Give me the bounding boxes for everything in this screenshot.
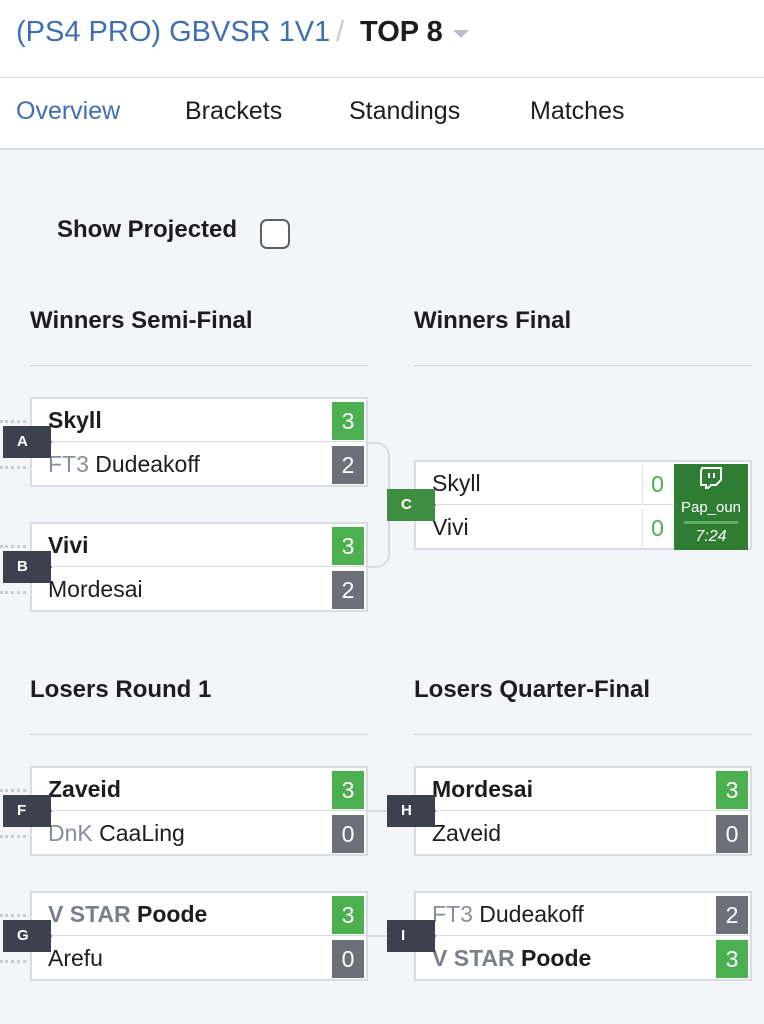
tab-overview[interactable]: Overview xyxy=(16,97,120,126)
breadcrumb-phase[interactable]: TOP 8 xyxy=(360,16,443,49)
match-slot: Mordesai 2 xyxy=(32,568,366,611)
player-score: 3 xyxy=(332,402,364,440)
bracket-stub xyxy=(0,420,26,423)
twitch-icon xyxy=(700,467,722,489)
stream-badge[interactable]: Pap_oun 7:24 xyxy=(674,464,748,550)
match-slot: Mordesai 3 xyxy=(416,768,750,811)
player-name: V STAR Poode xyxy=(432,945,592,971)
bracket-stub xyxy=(0,789,26,792)
match-card-a[interactable]: Skyll 3 FT3 Dudeakoff 2 xyxy=(30,397,368,487)
player-name: Arefu xyxy=(48,945,103,971)
player-score: 0 xyxy=(332,815,364,853)
match-slot: Arefu 0 xyxy=(32,937,366,980)
match-slot: FT3 Dudeakoff 2 xyxy=(32,443,366,486)
tab-standings[interactable]: Standings xyxy=(349,97,460,126)
player-score: 0 xyxy=(716,815,748,853)
player-name: Mordesai xyxy=(48,576,143,602)
match-card-c[interactable]: Skyll 0 Vivi 0 Pap_oun 7:24 xyxy=(414,460,752,550)
match-slot: Vivi 3 xyxy=(32,524,366,567)
player-score: 0 xyxy=(642,509,672,547)
player-name: V STAR Poode xyxy=(48,901,208,927)
player-name: FT3 Dudeakoff xyxy=(432,901,584,927)
match-identifier-h: H xyxy=(387,795,436,827)
player-score: 2 xyxy=(332,446,364,484)
player-name: FT3 Dudeakoff xyxy=(48,451,200,477)
tab-brackets[interactable]: Brackets xyxy=(185,97,282,126)
player-name: Vivi xyxy=(48,532,89,558)
player-score: 0 xyxy=(332,940,364,978)
bracket-stub xyxy=(0,545,26,548)
stream-time: 7:24 xyxy=(695,528,727,545)
match-identifier-f: F xyxy=(3,795,52,827)
match-slot: Skyll 0 xyxy=(416,462,674,505)
player-score: 2 xyxy=(332,571,364,609)
player-name: Mordesai xyxy=(432,776,533,802)
match-identifier-g: G xyxy=(3,920,52,952)
tab-bar: Overview Brackets Standings Matches xyxy=(0,78,764,150)
player-name: Zaveid xyxy=(432,820,502,846)
player-score: 3 xyxy=(332,771,364,809)
match-slot: Vivi 0 xyxy=(416,506,674,549)
match-identifier-b: B xyxy=(3,551,52,583)
round-title-losers-r1: Losers Round 1 xyxy=(30,676,212,703)
stream-channel: Pap_oun xyxy=(680,499,742,516)
player-name: Zaveid xyxy=(48,776,121,802)
match-slot: Skyll 3 xyxy=(32,399,366,442)
divider xyxy=(414,365,752,366)
match-identifier-i: I xyxy=(387,920,436,952)
player-score: 2 xyxy=(716,896,748,934)
player-score: 3 xyxy=(332,527,364,565)
match-card-b[interactable]: Vivi 3 Mordesai 2 xyxy=(30,522,368,612)
divider xyxy=(414,734,752,735)
round-title-winners-semi: Winners Semi-Final xyxy=(30,307,253,334)
match-slot: FT3 Dudeakoff 2 xyxy=(416,893,750,936)
bracket-stub xyxy=(0,960,26,963)
round-title-winners-final: Winners Final xyxy=(414,307,572,334)
player-name: DnK CaaLing xyxy=(48,820,185,846)
player-name: Skyll xyxy=(48,407,102,433)
match-identifier-a: A xyxy=(3,426,52,458)
match-slot: DnK CaaLing 0 xyxy=(32,812,366,855)
divider xyxy=(30,365,368,366)
match-card-i[interactable]: FT3 Dudeakoff 2 V STAR Poode 3 xyxy=(414,891,752,981)
match-card-h[interactable]: Mordesai 3 Zaveid 0 xyxy=(414,766,752,856)
breadcrumb-event[interactable]: (PS4 PRO) GBVSR 1V1 xyxy=(16,16,330,49)
match-slot: Zaveid 0 xyxy=(416,812,750,855)
match-slot: V STAR Poode 3 xyxy=(416,937,750,980)
player-score: 3 xyxy=(716,771,748,809)
player-score: 3 xyxy=(332,896,364,934)
bracket-stub xyxy=(0,914,26,917)
top-bar: (PS4 PRO) GBVSR 1V1 / TOP 8 xyxy=(0,0,764,78)
bracket-stub xyxy=(0,591,26,594)
breadcrumb-separator: / xyxy=(336,16,345,48)
bracket-stub xyxy=(0,835,26,838)
show-projected-label: Show Projected xyxy=(57,216,238,243)
match-card-f[interactable]: Zaveid 3 DnK CaaLing 0 xyxy=(30,766,368,856)
player-name: Skyll xyxy=(432,470,481,496)
round-title-losers-qf: Losers Quarter-Final xyxy=(414,676,651,703)
match-slot: V STAR Poode 3 xyxy=(32,893,366,936)
tab-matches[interactable]: Matches xyxy=(530,97,624,126)
player-name: Vivi xyxy=(432,514,469,540)
show-projected-checkbox[interactable] xyxy=(260,219,290,249)
player-score: 0 xyxy=(642,465,672,503)
bracket-stub xyxy=(0,466,26,469)
match-identifier-c: C xyxy=(387,489,436,521)
chevron-down-icon[interactable] xyxy=(453,30,469,38)
player-score: 3 xyxy=(716,940,748,978)
stream-divider xyxy=(684,521,738,524)
divider xyxy=(30,734,368,735)
match-card-g[interactable]: V STAR Poode 3 Arefu 0 xyxy=(30,891,368,981)
match-slot: Zaveid 3 xyxy=(32,768,366,811)
